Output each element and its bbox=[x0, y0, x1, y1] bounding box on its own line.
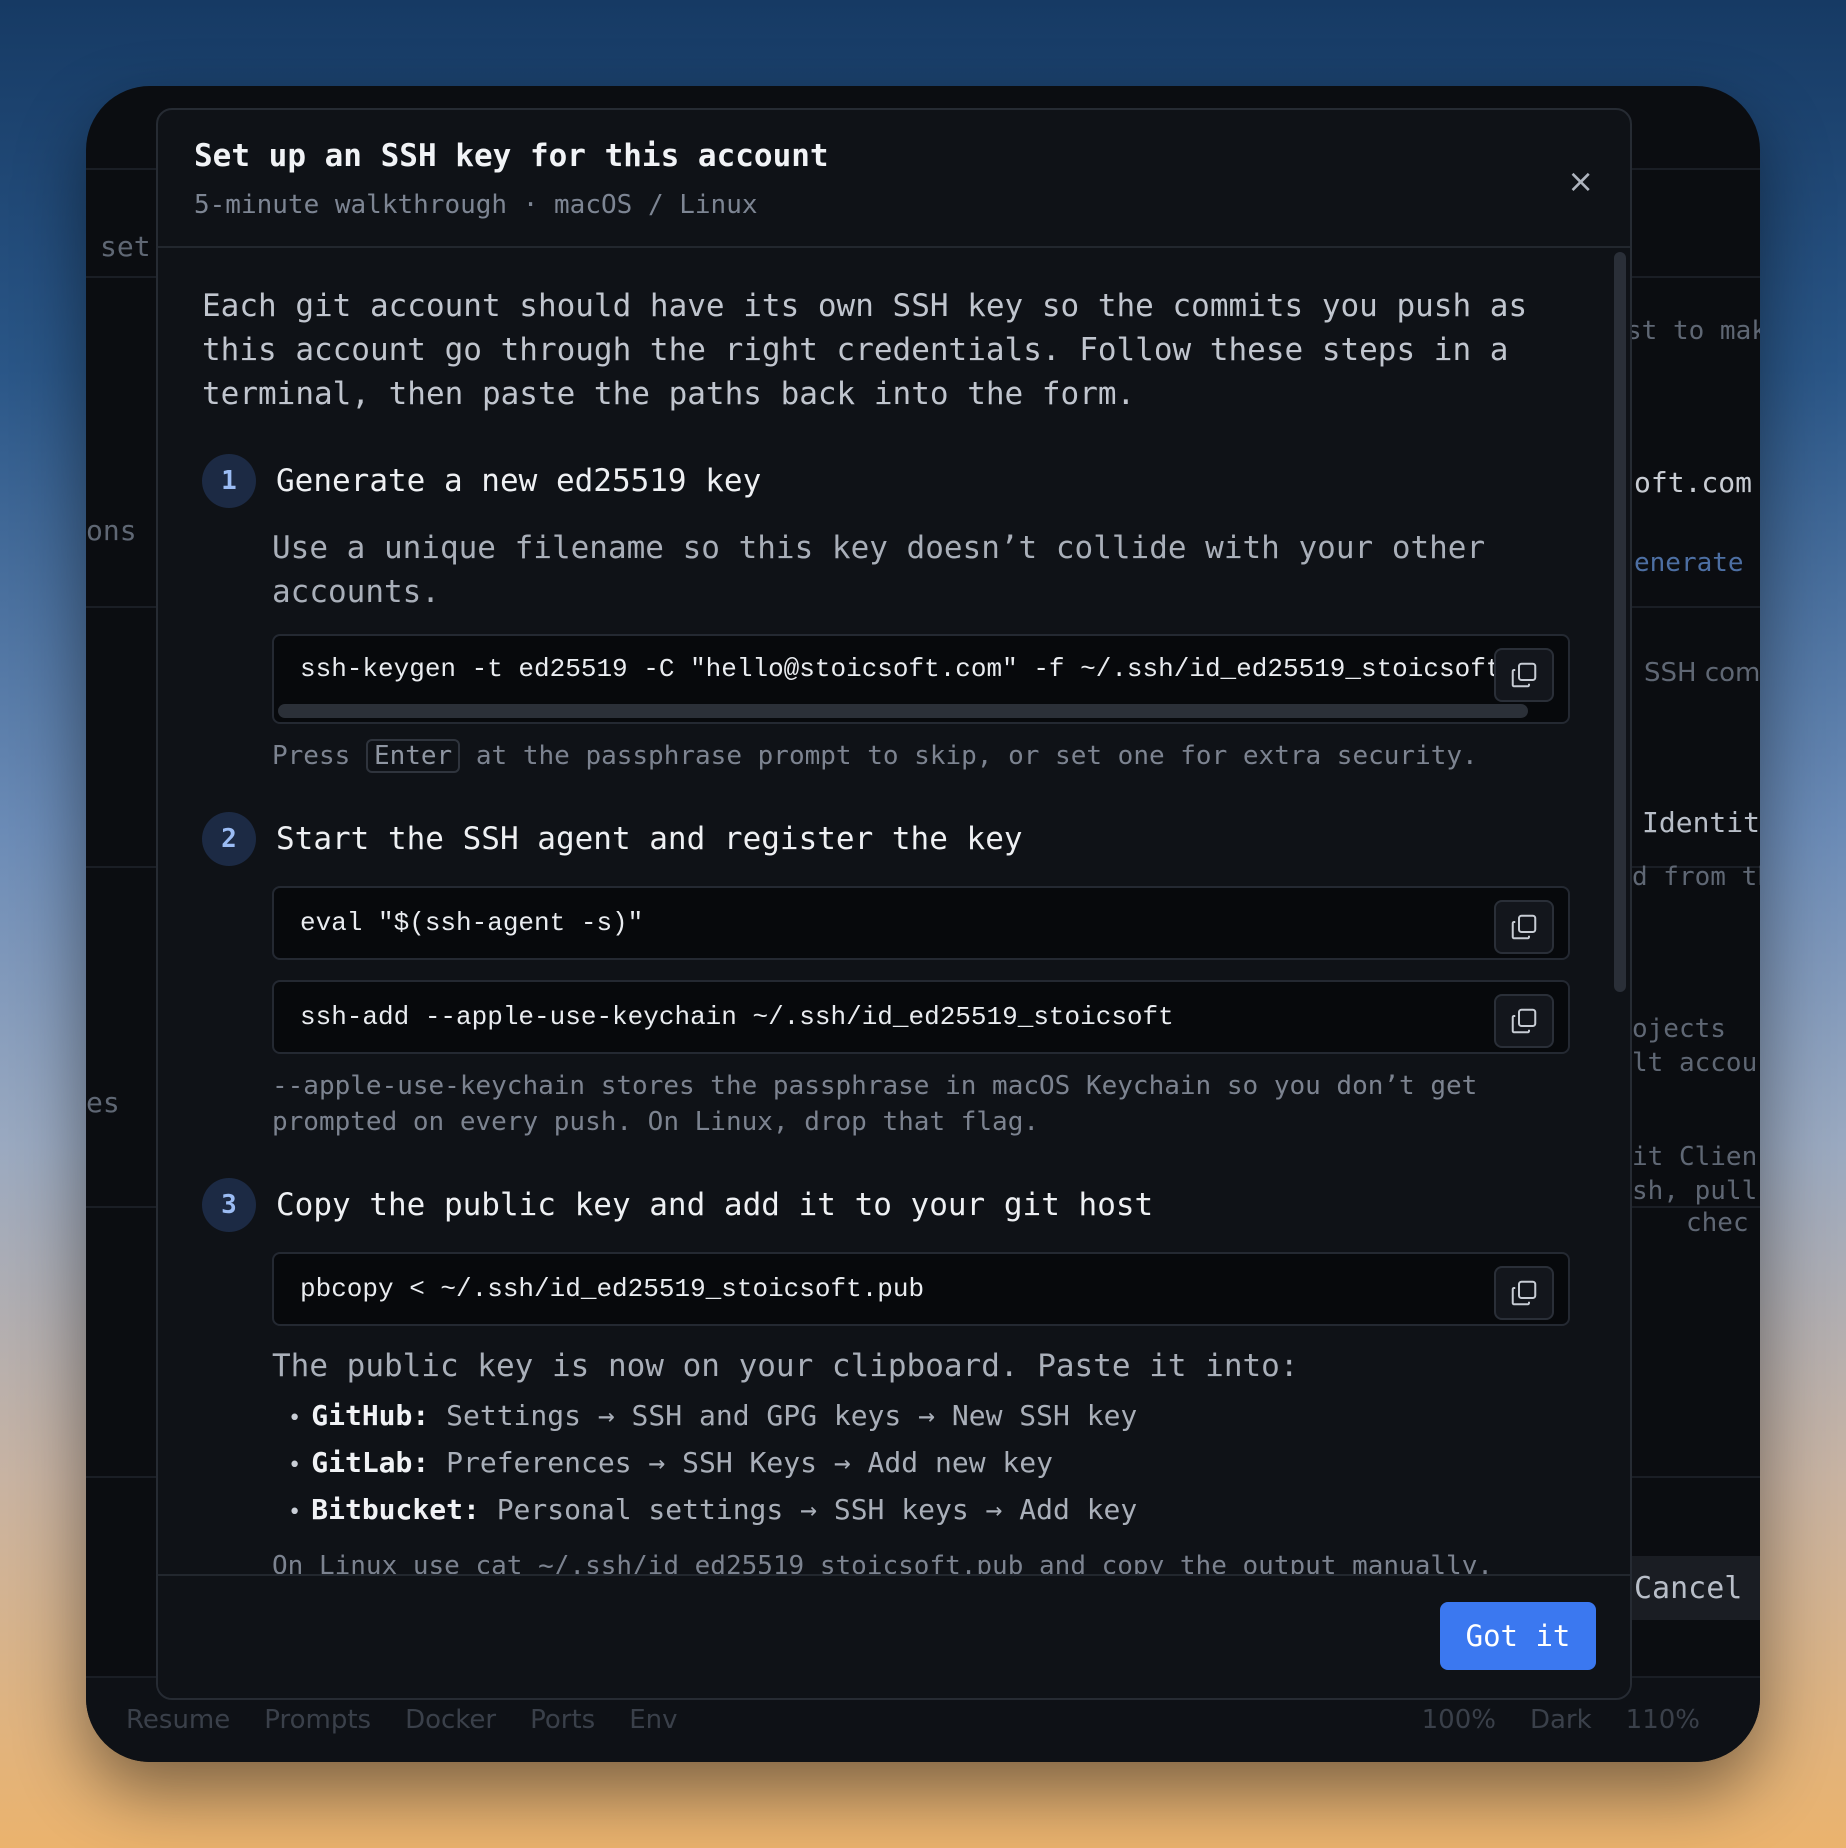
bg-fragment: d from th bbox=[1632, 862, 1760, 892]
close-icon[interactable]: × bbox=[1567, 162, 1594, 200]
step-title: Copy the public key and add it to your g… bbox=[276, 1187, 1154, 1223]
step-number-badge: 1 bbox=[202, 454, 256, 508]
linux-note: On Linux use cat ~/.ssh/id_ed25519_stoic… bbox=[272, 1551, 1493, 1574]
step-3: 3 Copy the public key and add it to your… bbox=[202, 1178, 1570, 1574]
copy-button[interactable] bbox=[1494, 900, 1554, 954]
dialog-header: Set up an SSH key for this account 5-min… bbox=[158, 110, 1630, 248]
bg-fragment: oft.com bbox=[1634, 466, 1753, 499]
copy-button[interactable] bbox=[1494, 1266, 1554, 1320]
copy-button[interactable] bbox=[1494, 648, 1554, 702]
list-item: • GitLab: Preferences → SSH Keys → Add ne… bbox=[288, 1446, 1053, 1479]
bg-fragment: Identit bbox=[1642, 806, 1760, 839]
code-block: eval "$(ssh-agent -s)" bbox=[272, 886, 1570, 960]
bg-fragment: st to mak bbox=[1626, 316, 1760, 346]
copy-icon bbox=[1511, 914, 1537, 940]
status-item-ports[interactable]: Ports bbox=[530, 1705, 595, 1735]
horizontal-scrollbar[interactable] bbox=[278, 704, 1528, 718]
host-path: Preferences → SSH Keys → Add new key bbox=[446, 1446, 1053, 1479]
code-block: pbcopy < ~/.ssh/id_ed25519_stoicsoft.pub bbox=[272, 1252, 1570, 1326]
step-number-badge: 3 bbox=[202, 1178, 256, 1232]
hint-text: Press bbox=[272, 741, 351, 771]
code-block: ssh-keygen -t ed25519 -C "hello@stoicsof… bbox=[272, 634, 1570, 724]
status-item-env[interactable]: Env bbox=[629, 1705, 677, 1735]
step-1: 1 Generate a new ed25519 key Use a uniqu… bbox=[202, 454, 1570, 774]
dialog-subtitle: 5-minute walkthrough · macOS / Linux bbox=[194, 190, 758, 220]
status-zoom: 100% bbox=[1421, 1705, 1496, 1735]
bg-fragment: set bbox=[100, 230, 151, 263]
status-item-prompts[interactable]: Prompts bbox=[264, 1705, 371, 1735]
enter-key-badge: Enter bbox=[365, 739, 461, 773]
cancel-button[interactable]: Cancel bbox=[1620, 1556, 1760, 1620]
bg-fragment: ojects bbox=[1632, 1014, 1726, 1044]
step-2: 2 Start the SSH agent and register the k… bbox=[202, 812, 1570, 1140]
step-title: Generate a new ed25519 key bbox=[276, 463, 762, 499]
dialog-body: Each git account should have its own SSH… bbox=[158, 248, 1630, 1574]
bg-fragment: it Clien bbox=[1632, 1142, 1758, 1172]
host-path: Personal settings → SSH keys → Add key bbox=[496, 1493, 1138, 1526]
step-hint: Press Enter at the passphrase prompt to … bbox=[272, 738, 1570, 774]
ssh-setup-dialog: Set up an SSH key for this account 5-min… bbox=[156, 108, 1632, 1700]
hint-text: at the passphrase prompt to skip, or set… bbox=[475, 741, 1478, 771]
step-title: Start the SSH agent and register the key bbox=[276, 821, 1023, 857]
got-it-button[interactable]: Got it bbox=[1440, 1602, 1596, 1670]
list-item: • GitHub: Settings → SSH and GPG keys → N… bbox=[288, 1399, 1138, 1432]
bg-fragment: SSH comm bbox=[1644, 658, 1760, 688]
scrollbar[interactable] bbox=[1614, 252, 1626, 992]
host-name: Bitbucket: bbox=[311, 1493, 480, 1526]
status-item-resume[interactable]: Resume bbox=[126, 1705, 230, 1735]
command-text[interactable]: ssh-keygen -t ed25519 -C "hello@stoicsof… bbox=[300, 654, 1494, 684]
bg-fragment: ons bbox=[86, 514, 137, 547]
bg-fragment: sh, pull bbox=[1632, 1176, 1758, 1206]
code-block: ssh-add --apple-use-keychain ~/.ssh/id_e… bbox=[272, 980, 1570, 1054]
clipboard-paragraph: The public key is now on your clipboard.… bbox=[272, 1348, 1299, 1384]
host-name: GitLab: bbox=[311, 1446, 430, 1479]
step-description: Use a unique filename so this key doesn’… bbox=[272, 530, 1486, 610]
status-scale: 110% bbox=[1625, 1705, 1700, 1735]
copy-icon bbox=[1511, 1280, 1537, 1306]
command-text[interactable]: eval "$(ssh-agent -s)" bbox=[300, 908, 643, 938]
step-hint: --apple-use-keychain stores the passphra… bbox=[272, 1071, 1478, 1137]
host-name: GitHub: bbox=[311, 1399, 430, 1432]
app-window: set ons es st to mak oft.com enerate SSH… bbox=[86, 86, 1760, 1762]
list-item: • Bitbucket: Personal settings → SSH keys… bbox=[288, 1493, 1138, 1526]
command-text[interactable]: pbcopy < ~/.ssh/id_ed25519_stoicsoft.pub bbox=[300, 1274, 924, 1304]
git-host-list: • GitHub: Settings → SSH and GPG keys → N… bbox=[288, 1394, 1570, 1535]
status-theme[interactable]: Dark bbox=[1530, 1705, 1592, 1735]
status-item-docker[interactable]: Docker bbox=[405, 1705, 496, 1735]
copy-icon bbox=[1511, 662, 1537, 688]
bg-fragment: es bbox=[86, 1086, 120, 1119]
host-path: Settings → SSH and GPG keys → New SSH ke… bbox=[446, 1399, 1138, 1432]
bg-fragment: enerate bbox=[1634, 548, 1744, 578]
intro-text: Each git account should have its own SSH… bbox=[202, 288, 1528, 412]
command-text[interactable]: ssh-add --apple-use-keychain ~/.ssh/id_e… bbox=[300, 1002, 1174, 1032]
dialog-footer: Got it bbox=[158, 1574, 1630, 1698]
step-number-badge: 2 bbox=[202, 812, 256, 866]
copy-button[interactable] bbox=[1494, 994, 1554, 1048]
copy-icon bbox=[1511, 1008, 1537, 1034]
bg-fragment: lt accour bbox=[1632, 1048, 1760, 1078]
dialog-title: Set up an SSH key for this account bbox=[194, 138, 829, 174]
bg-fragment: chec bbox=[1686, 1208, 1749, 1238]
